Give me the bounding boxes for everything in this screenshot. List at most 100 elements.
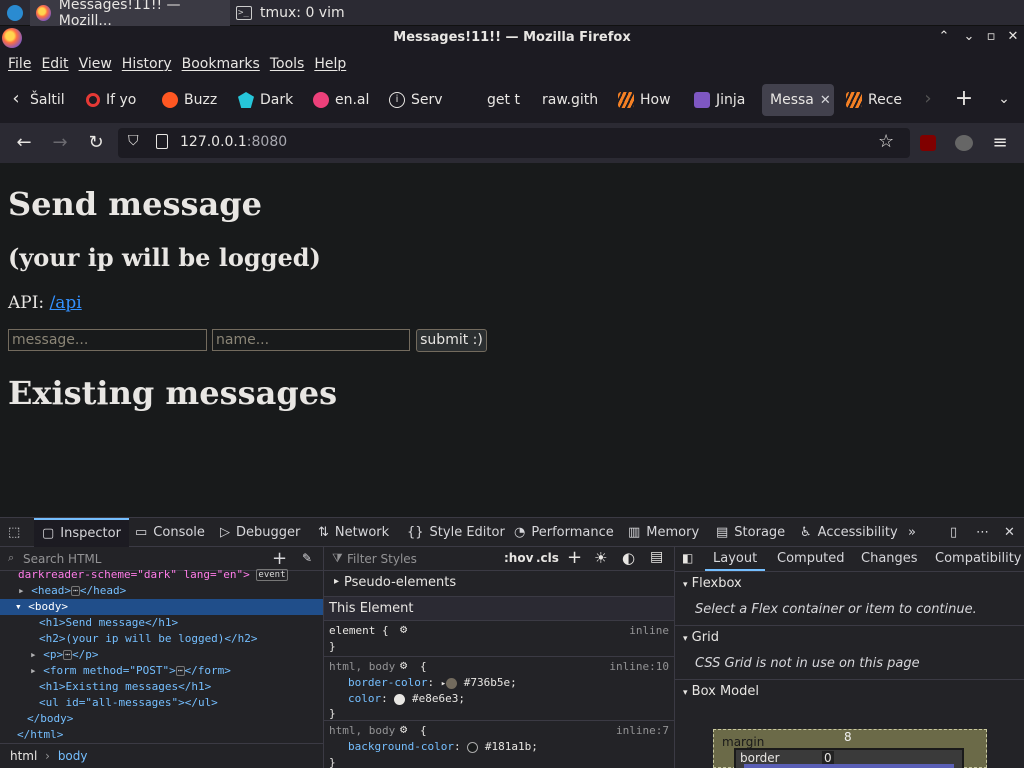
tab-active[interactable]: Messa ✕: [762, 84, 834, 116]
rule-source[interactable]: inline: [629, 624, 669, 637]
minimize-button[interactable]: ⌄: [960, 29, 978, 47]
tab-compatibility[interactable]: Compatibility ▾: [935, 547, 1024, 571]
add-node-button[interactable]: +: [272, 548, 287, 569]
gear-icon[interactable]: ⚙: [400, 722, 407, 736]
border-value[interactable]: 0: [822, 751, 834, 765]
toggle-sidebar-icon[interactable]: ◧: [682, 551, 693, 565]
menu-view[interactable]: View: [79, 56, 112, 72]
keep-above-button[interactable]: ⌃: [935, 29, 953, 47]
tab-performance[interactable]: ◔ Performance: [514, 518, 614, 547]
tree-html-close[interactable]: </html>: [0, 727, 63, 743]
taskbar-item-firefox[interactable]: Messages!11!! — Mozill...: [30, 0, 230, 29]
tab-console[interactable]: ▭ Console: [135, 518, 205, 547]
property-row[interactable]: border-color: ▸ #736b5e;: [348, 676, 517, 689]
submit-button[interactable]: submit :): [416, 329, 487, 352]
collapse-arrow-icon[interactable]: ▾: [15, 600, 22, 613]
html-body-rule-1[interactable]: html, body ⚙ { inline:10 border-color: ▸…: [324, 657, 675, 721]
page-info-icon[interactable]: [156, 134, 168, 149]
devtools-options-button[interactable]: ⋯: [976, 518, 989, 547]
tab[interactable]: en.al: [313, 84, 369, 116]
tree-body-close[interactable]: </body>: [0, 711, 73, 727]
tab-layout[interactable]: Layout: [705, 547, 766, 571]
bookmark-star-icon[interactable]: ☆: [878, 131, 894, 152]
tab[interactable]: Dark: [238, 84, 294, 116]
tab-computed[interactable]: Computed: [777, 547, 845, 571]
tab-memory[interactable]: ▥ Memory: [628, 518, 699, 547]
start-menu-button[interactable]: [0, 0, 30, 26]
tab[interactable]: How: [618, 84, 674, 116]
box-model-margin[interactable]: margin 8 border 0: [713, 729, 987, 768]
back-button[interactable]: ←: [12, 131, 36, 155]
tree-p[interactable]: ▸ <p> ⋯ </p>: [0, 647, 98, 663]
tab-debugger[interactable]: ▷ Debugger: [220, 518, 300, 547]
close-window-button[interactable]: ✕: [1004, 29, 1022, 47]
element-rule[interactable]: element { ⚙ inline }: [324, 621, 675, 657]
menu-file[interactable]: File: [8, 56, 31, 72]
tree-head[interactable]: ▸ <head> ⋯ </head>: [0, 583, 126, 599]
tab[interactable]: i Serv: [389, 84, 445, 116]
menu-edit[interactable]: Edit: [41, 56, 68, 72]
hamburger-menu-icon[interactable]: ≡: [988, 131, 1012, 155]
tree-html-attrs[interactable]: darkreader-scheme="dark" lang="en"> even…: [0, 567, 288, 583]
gear-icon[interactable]: ⚙: [400, 658, 407, 672]
color-swatch[interactable]: [467, 741, 479, 753]
color-swatch[interactable]: [394, 693, 406, 705]
tree-h1-existing[interactable]: <h1>Existing messages</h1>: [0, 679, 211, 695]
tab[interactable]: Šaltil: [30, 84, 64, 116]
tab[interactable]: Jinja: [694, 84, 750, 116]
html-body-rule-2[interactable]: html, body ⚙ { inline:7 background-color…: [324, 721, 675, 768]
tree-body-selected[interactable]: ▾ <body>: [0, 599, 323, 615]
tab-accessibility[interactable]: ♿ Accessibility: [800, 518, 898, 547]
extension-mask-icon[interactable]: [955, 135, 973, 151]
eyedropper-icon[interactable]: ✎: [302, 551, 312, 565]
tab[interactable]: If yo: [86, 84, 142, 116]
list-all-tabs-button[interactable]: ⌄: [992, 87, 1016, 111]
new-tab-button[interactable]: +: [952, 87, 976, 111]
grid-section-header[interactable]: ▾ Grid: [675, 625, 1024, 649]
tab-network[interactable]: ⇅ Network: [318, 518, 389, 547]
breadcrumb-body[interactable]: body: [58, 749, 88, 763]
tree-ul[interactable]: <ul id="all-messages"></ul>: [0, 695, 218, 711]
tab-storage[interactable]: ▤ Storage: [716, 518, 785, 547]
color-swatch[interactable]: [446, 677, 458, 689]
ellipsis-icon[interactable]: ⋯: [71, 586, 80, 596]
menu-help[interactable]: Help: [314, 56, 346, 72]
pick-element-button[interactable]: ⬚: [8, 518, 20, 547]
url-bar[interactable]: ⛉ 127.0.0.1:8080 ☆: [118, 128, 910, 158]
name-input[interactable]: name...: [212, 329, 410, 351]
tab[interactable]: Buzz: [162, 84, 218, 116]
more-tools-button[interactable]: »: [908, 518, 916, 547]
event-badge[interactable]: event: [256, 569, 288, 581]
window-titlebar[interactable]: Messages!11!! — Mozilla Firefox ⌃ ⌄ ▫ ✕: [0, 26, 1024, 50]
tree-h1[interactable]: <h1>Send message</h1>: [0, 615, 178, 631]
maximize-button[interactable]: ▫: [982, 29, 1000, 47]
property-row[interactable]: color: #e8e6e3;: [348, 692, 465, 705]
tree-h2[interactable]: <h2>(your ip will be logged)</h2>: [0, 631, 258, 647]
expand-arrow-icon[interactable]: ▸: [30, 664, 37, 677]
gear-icon[interactable]: ⚙: [400, 622, 407, 636]
close-tab-icon[interactable]: ✕: [820, 93, 831, 108]
hover-states-button[interactable]: :hov: [504, 551, 533, 565]
menu-tools[interactable]: Tools: [270, 56, 305, 72]
box-model-padding[interactable]: [744, 764, 954, 768]
tab-style-editor[interactable]: {} Style Editor: [407, 518, 505, 547]
taskbar-item-terminal[interactable]: >_ tmux: 0 vim: [230, 0, 430, 26]
menu-history[interactable]: History: [122, 56, 172, 72]
filter-styles-input[interactable]: Filter Styles: [347, 552, 417, 566]
flexbox-section-header[interactable]: ▾ Flexbox: [675, 571, 1024, 595]
ellipsis-icon[interactable]: ⋯: [175, 666, 185, 676]
tab[interactable]: Rece: [846, 84, 902, 116]
tree-form[interactable]: ▸ <form method="POST"> ⋯ </form>: [0, 663, 231, 679]
ublock-origin-icon[interactable]: [920, 135, 936, 151]
tab-scroll-left-button[interactable]: ‹: [4, 87, 28, 111]
tab[interactable]: get t: [487, 84, 523, 116]
dark-scheme-icon[interactable]: ◐: [622, 549, 635, 567]
close-devtools-button[interactable]: ✕: [1004, 518, 1015, 547]
shield-icon[interactable]: ⛉: [128, 133, 139, 149]
class-toggle-button[interactable]: .cls: [536, 551, 559, 565]
pseudo-elements-section[interactable]: ▸ Pseudo-elements: [324, 571, 675, 597]
rule-source[interactable]: inline:7: [616, 724, 669, 737]
ellipsis-icon[interactable]: ⋯: [63, 650, 72, 660]
print-media-icon[interactable]: ▤: [650, 549, 663, 565]
tab[interactable]: raw.gith: [542, 84, 598, 116]
